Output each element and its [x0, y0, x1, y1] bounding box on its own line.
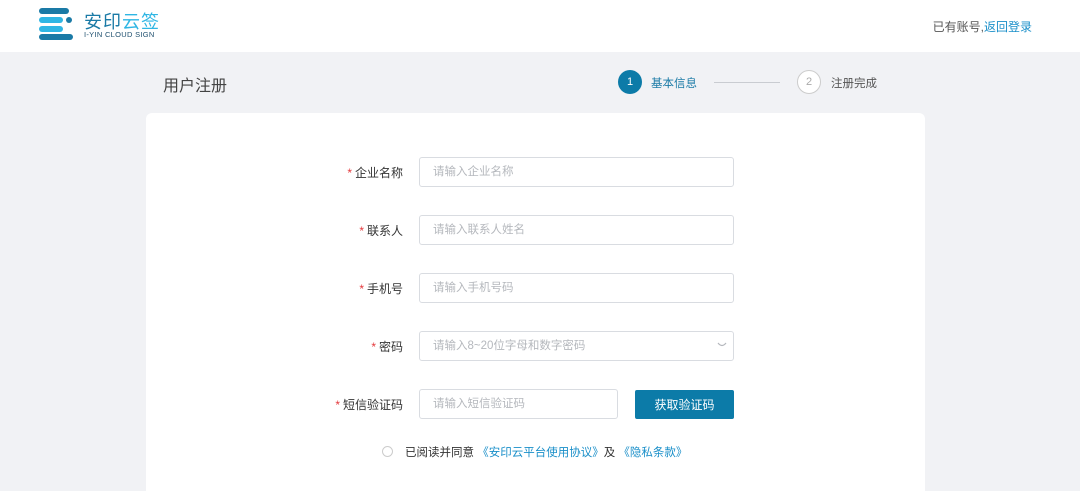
step-connector [714, 82, 780, 83]
logo-mark-icon [39, 8, 73, 40]
chevron-down-icon[interactable] [717, 341, 727, 349]
top-bar: 安印云签 I-YIN CLOUD SIGN 已有账号,返回登录 [0, 0, 1080, 52]
password-label: * 密码 [371, 340, 403, 354]
sms-row: *短信验证码 获取验证码 [146, 389, 925, 419]
company-name-input[interactable] [419, 157, 734, 187]
agreement-radio[interactable] [382, 446, 393, 457]
step-1-label: 基本信息 [651, 78, 697, 90]
contact-label: * 联系人 [359, 224, 403, 238]
agreement-conjunction: 及 [603, 447, 616, 459]
agreement-row: 已阅读并同意 《安印云平台使用协议》及 《隐私条款》 [382, 444, 687, 460]
step-1-circle: 1 [618, 70, 642, 94]
privacy-link[interactable]: 《隐私条款》 [618, 447, 687, 459]
company-row: * 企业名称 [146, 157, 925, 187]
password-row: * 密码 [146, 331, 925, 361]
step-indicator: 1 基本信息 2 注册完成 [618, 70, 888, 96]
logo-subtitle: I-YIN CLOUD SIGN [84, 30, 155, 39]
contact-row: * 联系人 [146, 215, 925, 245]
get-sms-code-button[interactable]: 获取验证码 [635, 390, 734, 419]
page-title: 用户注册 [163, 78, 228, 95]
phone-label: * 手机号 [359, 282, 403, 296]
password-input[interactable] [419, 331, 734, 361]
logo: 安印云签 I-YIN CLOUD SIGN [38, 8, 163, 42]
sms-code-input[interactable] [419, 389, 618, 419]
terms-link[interactable]: 《安印云平台使用协议》 [477, 447, 604, 459]
phone-row: * 手机号 [146, 273, 925, 303]
return-login-link[interactable]: 返回登录 [984, 20, 1032, 34]
contact-name-input[interactable] [419, 215, 734, 245]
registration-form-card: *企业名称 *联系人 *手机号 *密码 *短信验证码 获取验证码 已阅读并同意 … [146, 113, 925, 491]
company-label: * 企业名称 [347, 166, 403, 180]
agreement-prefix: 已阅读并同意 [405, 447, 474, 459]
phone-input[interactable] [419, 273, 734, 303]
step-2-label: 注册完成 [831, 78, 877, 90]
sms-label: * 短信验证码 [335, 398, 403, 412]
account-prompt: 已有账号,返回登录 [933, 18, 1032, 35]
step-2-circle: 2 [797, 70, 821, 94]
account-prompt-text: 已有账号, [932, 20, 984, 34]
